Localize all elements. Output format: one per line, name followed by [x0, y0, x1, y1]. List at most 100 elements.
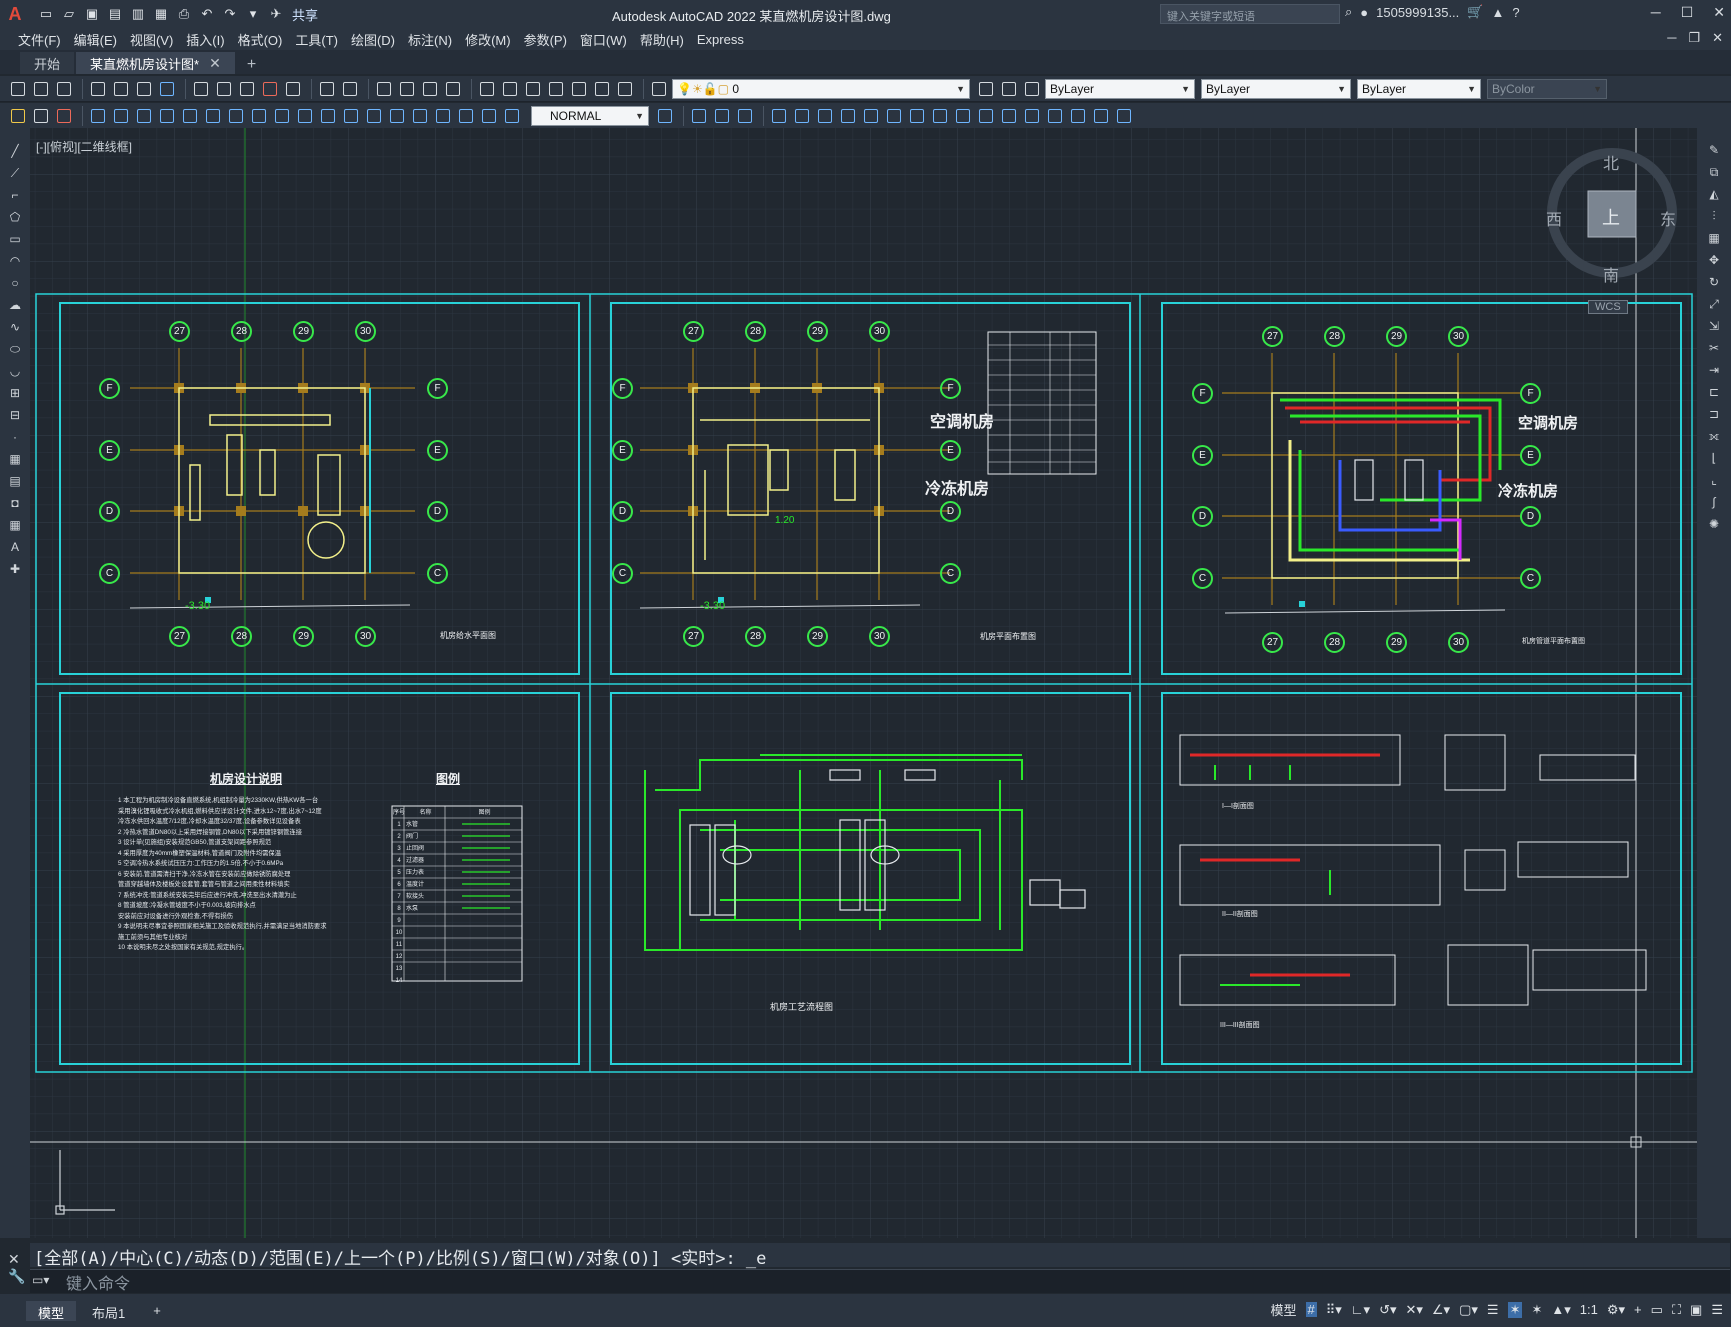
dim-radius-icon[interactable]	[180, 106, 200, 126]
cut-icon[interactable]	[191, 79, 211, 99]
grid-toggle-icon[interactable]: #	[1305, 1302, 1317, 1317]
plotstyle-dropdown[interactable]: ByColor ▼	[1487, 78, 1607, 99]
dim-ordinate-icon[interactable]	[157, 106, 177, 126]
menu-modify[interactable]: 修改(M)	[463, 30, 522, 49]
help-icon[interactable]: ?	[1512, 5, 1519, 20]
save-icon[interactable]: ▣	[82, 4, 102, 24]
design-center-icon[interactable]	[500, 79, 520, 99]
search-input[interactable]: 键入关键字或短语	[1160, 4, 1340, 24]
mtext-icon[interactable]	[31, 106, 51, 126]
lineweight-toggle-icon[interactable]: ☰	[1487, 1302, 1499, 1318]
mirror-icon[interactable]: ◭	[1706, 186, 1722, 203]
ellipse-arc-icon[interactable]: ◡	[6, 362, 24, 379]
osnap-toggle-icon[interactable]: ▢▾	[1459, 1302, 1478, 1318]
extend-icon[interactable]: ⇥	[1706, 362, 1722, 379]
trim-icon[interactable]	[884, 106, 904, 126]
offset-icon[interactable]	[735, 106, 755, 126]
edit-polyline-icon[interactable]	[1045, 106, 1065, 126]
menu-draw[interactable]: 绘图(D)	[349, 30, 406, 49]
minimize-button[interactable]: ─	[1651, 4, 1661, 21]
menu-help[interactable]: 帮助(H)	[638, 30, 695, 49]
customize-menu-icon[interactable]: ☰	[1711, 1302, 1723, 1318]
insert-block-icon[interactable]: ⊞	[6, 384, 24, 401]
jogged-linear-icon[interactable]	[456, 106, 476, 126]
isolate-objects-icon[interactable]: ▭	[1651, 1302, 1663, 1318]
move-icon[interactable]	[792, 106, 812, 126]
make-current-icon[interactable]	[976, 79, 996, 99]
break-at-point-icon[interactable]: ⊏	[1706, 384, 1722, 401]
share-icon[interactable]: ✈	[266, 4, 286, 24]
save-icon[interactable]	[54, 79, 74, 99]
linetype-dropdown[interactable]: ByLayer ▼	[1201, 78, 1351, 99]
paste-icon[interactable]	[237, 79, 257, 99]
rotate-icon[interactable]: ↻	[1706, 274, 1722, 291]
break-icon[interactable]: ⊐	[1706, 406, 1722, 423]
dim-break-icon[interactable]	[364, 106, 384, 126]
extend-icon[interactable]	[907, 106, 927, 126]
search-icon[interactable]: ⌕	[1345, 4, 1352, 20]
zoom-window-icon[interactable]	[420, 79, 440, 99]
array-icon[interactable]: ▦	[1706, 230, 1722, 247]
model-space-button[interactable]: 模型	[1271, 1300, 1297, 1319]
command-input[interactable]: ▭▾ 键入命令	[30, 1269, 1730, 1293]
menu-insert[interactable]: 插入(I)	[184, 30, 235, 49]
close-button[interactable]: ✕	[1713, 4, 1725, 21]
dim-angular-icon[interactable]	[249, 106, 269, 126]
qleader-icon[interactable]	[8, 106, 28, 126]
new-icon[interactable]	[8, 79, 28, 99]
dim-aligned-icon[interactable]	[111, 106, 131, 126]
plot-icon[interactable]	[88, 79, 108, 99]
dim-arc-icon[interactable]	[134, 106, 154, 126]
chamfer-icon[interactable]: ⌊	[1706, 450, 1722, 467]
zoom-realtime-icon[interactable]	[397, 79, 417, 99]
scale-icon[interactable]	[838, 106, 858, 126]
layout-tab-model[interactable]: 模型	[26, 1300, 77, 1321]
dim-update-icon[interactable]	[502, 106, 522, 126]
tab-start[interactable]: 开始	[20, 52, 75, 74]
dim-quick-icon[interactable]	[272, 106, 292, 126]
customize-chevron-icon[interactable]: ▾	[243, 4, 263, 24]
viewport-controls-label[interactable]: [-][俯视][二维线框]	[36, 138, 132, 155]
autocad-logo[interactable]: A	[0, 0, 30, 28]
dim-baseline-icon[interactable]	[295, 106, 315, 126]
dim-diameter-icon[interactable]	[226, 106, 246, 126]
add-selected-icon[interactable]: ✚	[6, 560, 24, 577]
ortho-toggle-icon[interactable]: ∟▾	[1351, 1302, 1370, 1318]
join-icon[interactable]: ⟗	[1706, 428, 1722, 445]
polar-toggle-icon[interactable]: ↺▾	[1379, 1302, 1396, 1318]
dim-jogged-icon[interactable]	[203, 106, 223, 126]
doc-minimize-icon[interactable]: ─	[1667, 30, 1676, 46]
circle-icon[interactable]: ○	[6, 274, 24, 291]
properties-icon[interactable]	[477, 79, 497, 99]
dim-space-icon[interactable]	[341, 106, 361, 126]
viewcube-top-face[interactable]: 上	[1602, 204, 1620, 230]
zoom-previous-icon[interactable]	[443, 79, 463, 99]
menu-edit[interactable]: 编辑(E)	[72, 30, 128, 49]
isodraft-toggle-icon[interactable]: ✕▾	[1405, 1302, 1422, 1318]
trim-icon[interactable]: ✂	[1706, 340, 1722, 357]
color-dropdown[interactable]: ByLayer ▼	[1045, 78, 1195, 99]
layer-properties-icon[interactable]	[649, 79, 669, 99]
ungroup-icon[interactable]	[1114, 106, 1134, 126]
plot-icon[interactable]: ⎙	[174, 4, 194, 24]
fillet-icon[interactable]: ⌞	[1706, 472, 1722, 489]
menu-window[interactable]: 窗口(W)	[578, 30, 638, 49]
rectangle-icon[interactable]: ▭	[6, 230, 24, 247]
inspection-icon[interactable]	[433, 106, 453, 126]
menu-file[interactable]: 文件(F)	[16, 30, 72, 49]
publish-icon[interactable]	[134, 79, 154, 99]
web-save-icon[interactable]: ▦	[151, 4, 171, 24]
dim-continue-icon[interactable]	[318, 106, 338, 126]
workspace-gear-icon[interactable]: ⚙▾	[1607, 1302, 1625, 1318]
table-icon[interactable]: ▦	[6, 516, 24, 533]
pan-icon[interactable]	[374, 79, 394, 99]
blend-icon[interactable]: ∫	[1706, 494, 1722, 511]
user-name[interactable]: 1505999135...	[1376, 5, 1459, 20]
rotate-icon[interactable]	[815, 106, 835, 126]
tool-palettes-icon[interactable]	[523, 79, 543, 99]
copy-icon[interactable]	[214, 79, 234, 99]
doc-close-icon[interactable]: ✕	[1712, 30, 1723, 46]
explode-icon[interactable]	[1022, 106, 1042, 126]
spline-icon[interactable]: ∿	[6, 318, 24, 335]
share-button[interactable]: 共享	[292, 5, 318, 24]
